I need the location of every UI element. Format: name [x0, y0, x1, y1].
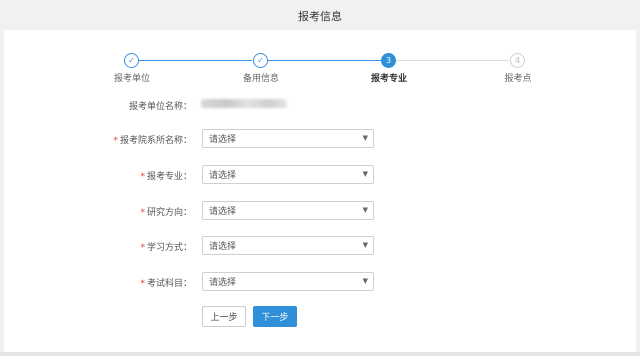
field-label-research-direction: * 研究方向： — [72, 205, 192, 218]
department-select-value: 请选择 — [209, 135, 237, 145]
study-mode-select-value: 请选择 — [209, 242, 237, 252]
required-mark: * — [140, 279, 145, 289]
step-4-label: 报考点 — [504, 74, 532, 84]
step-3-number: 3 — [381, 53, 396, 68]
step-connector-1 — [139, 60, 252, 61]
field-label-text: 研究方向： — [146, 208, 192, 218]
major-select-value: 请选择 — [209, 171, 237, 181]
required-mark: * — [140, 243, 145, 253]
research-direction-select[interactable]: 请选择 ▼ — [202, 201, 374, 220]
prev-step-button[interactable]: 上一步 — [202, 306, 246, 327]
major-select[interactable]: 请选择 ▼ — [202, 165, 374, 184]
required-mark: * — [140, 208, 145, 218]
field-label-text: 报考专业： — [146, 172, 192, 182]
unit-name-label: 报考单位名称： — [128, 102, 192, 112]
research-direction-select-value: 请选择 — [209, 207, 237, 217]
step-4-number: 4 — [510, 53, 525, 68]
required-mark: * — [113, 136, 118, 146]
unit-name-value-redacted — [201, 99, 287, 108]
department-select[interactable]: 请选择 ▼ — [202, 129, 374, 148]
chevron-down-icon: ▼ — [362, 277, 368, 285]
step-1-check-icon: ✓ — [124, 53, 139, 68]
chevron-down-icon: ▼ — [362, 134, 368, 142]
required-mark: * — [140, 172, 145, 182]
header-bar: 报考信息 — [0, 0, 640, 30]
field-label-department: * 报考院系所名称： — [72, 133, 192, 146]
step-2-check-icon: ✓ — [253, 53, 268, 68]
field-label-text: 学习方式： — [146, 243, 192, 253]
exam-subjects-select[interactable]: 请选择 ▼ — [202, 272, 374, 291]
field-label-major: * 报考专业： — [72, 169, 192, 182]
field-label-text: 报考院系所名称： — [119, 136, 192, 146]
study-mode-select[interactable]: 请选择 ▼ — [202, 236, 374, 255]
chevron-down-icon: ▼ — [362, 241, 368, 249]
field-label-text: 考试科目： — [146, 279, 192, 289]
exam-subjects-select-value: 请选择 — [209, 278, 237, 288]
step-2-label: 备用信息 — [242, 74, 279, 84]
next-step-button[interactable]: 下一步 — [253, 306, 297, 327]
step-3-label: 报考专业 — [370, 74, 407, 84]
bottom-divider — [0, 352, 640, 356]
page-title: 报考信息 — [298, 10, 342, 23]
step-connector-3 — [396, 60, 509, 61]
field-label-exam-subjects: * 考试科目： — [72, 276, 192, 289]
field-label-study-mode: * 学习方式： — [72, 240, 192, 253]
chevron-down-icon: ▼ — [362, 206, 368, 214]
chevron-down-icon: ▼ — [362, 170, 368, 178]
step-1-label: 报考单位 — [113, 74, 150, 84]
step-connector-2 — [268, 60, 381, 61]
